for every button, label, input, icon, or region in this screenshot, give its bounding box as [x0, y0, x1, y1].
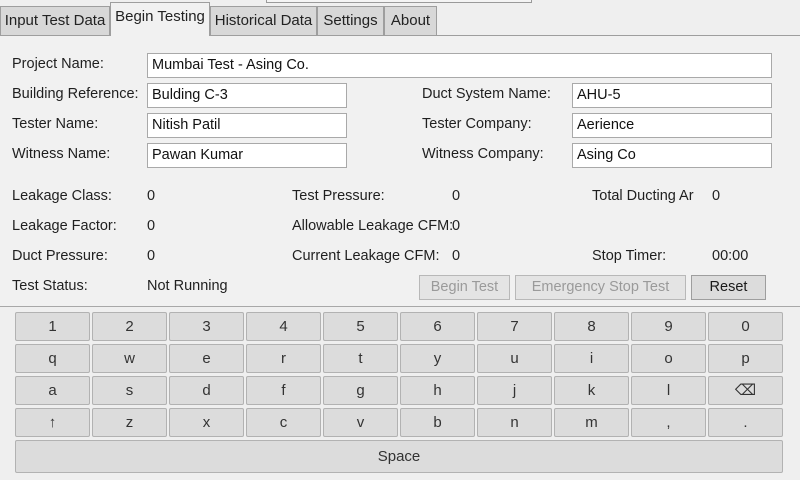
- on-screen-keyboard: 1 2 3 4 5 6 7 8 9 0 q w e r t y u i o p …: [0, 308, 800, 480]
- key-h[interactable]: h: [400, 376, 475, 405]
- key-9[interactable]: 9: [631, 312, 706, 341]
- leakage-factor-value: 0: [147, 218, 156, 234]
- key-x[interactable]: x: [169, 408, 244, 437]
- witness-company-field[interactable]: Asing Co: [572, 143, 772, 168]
- key-u[interactable]: u: [477, 344, 552, 373]
- key-e[interactable]: e: [169, 344, 244, 373]
- key-5[interactable]: 5: [323, 312, 398, 341]
- test-pressure-label: Test Pressure:: [292, 188, 385, 204]
- project-name-field[interactable]: Mumbai Test - Asing Co.: [147, 53, 772, 78]
- tester-name-label: Tester Name:: [12, 116, 99, 132]
- key-comma[interactable]: ,: [631, 408, 706, 437]
- total-ducting-area-value: 0: [712, 188, 721, 204]
- tab-about[interactable]: About: [384, 6, 437, 35]
- key-2[interactable]: 2: [92, 312, 167, 341]
- key-1[interactable]: 1: [15, 312, 90, 341]
- key-b[interactable]: b: [400, 408, 475, 437]
- key-m[interactable]: m: [554, 408, 629, 437]
- tab-settings[interactable]: Settings: [317, 6, 384, 35]
- tester-company-label: Tester Company:: [422, 116, 532, 132]
- current-leakage-label: Current Leakage CFM:: [292, 248, 440, 264]
- tester-name-field[interactable]: Nitish Patil: [147, 113, 347, 138]
- duct-pressure-value: 0: [147, 248, 156, 264]
- duct-pressure-label: Duct Pressure:: [12, 248, 108, 264]
- key-k[interactable]: k: [554, 376, 629, 405]
- key-s[interactable]: s: [92, 376, 167, 405]
- key-8[interactable]: 8: [554, 312, 629, 341]
- tester-company-field[interactable]: Aerience: [572, 113, 772, 138]
- key-3[interactable]: 3: [169, 312, 244, 341]
- key-n[interactable]: n: [477, 408, 552, 437]
- tab-begin-testing[interactable]: Begin Testing: [110, 2, 210, 36]
- key-6[interactable]: 6: [400, 312, 475, 341]
- witness-company-label: Witness Company:: [422, 146, 544, 162]
- key-v[interactable]: v: [323, 408, 398, 437]
- backspace-key-icon[interactable]: ⌫: [708, 376, 783, 405]
- key-l[interactable]: l: [631, 376, 706, 405]
- key-c[interactable]: c: [246, 408, 321, 437]
- key-7[interactable]: 7: [477, 312, 552, 341]
- key-r[interactable]: r: [246, 344, 321, 373]
- witness-name-label: Witness Name:: [12, 146, 111, 162]
- current-leakage-value: 0: [452, 248, 461, 264]
- duct-system-name-label: Duct System Name:: [422, 86, 551, 102]
- key-q[interactable]: q: [15, 344, 90, 373]
- test-status-value: Not Running: [147, 278, 228, 294]
- test-pressure-value: 0: [452, 188, 461, 204]
- leakage-class-value: 0: [147, 188, 156, 204]
- key-t[interactable]: t: [323, 344, 398, 373]
- building-reference-label: Building Reference:: [12, 86, 139, 102]
- key-i[interactable]: i: [554, 344, 629, 373]
- reset-button[interactable]: Reset: [691, 275, 766, 300]
- test-status-label: Test Status:: [12, 278, 88, 294]
- begin-test-button[interactable]: Begin Test: [419, 275, 510, 300]
- key-o[interactable]: o: [631, 344, 706, 373]
- witness-name-field[interactable]: Pawan Kumar: [147, 143, 347, 168]
- key-y[interactable]: y: [400, 344, 475, 373]
- leakage-class-label: Leakage Class:: [12, 188, 112, 204]
- key-a[interactable]: a: [15, 376, 90, 405]
- duct-system-name-field[interactable]: AHU-5: [572, 83, 772, 108]
- total-ducting-area-label: Total Ducting Are: [592, 188, 694, 204]
- key-4[interactable]: 4: [246, 312, 321, 341]
- window-frame-stub: [266, 0, 532, 3]
- key-w[interactable]: w: [92, 344, 167, 373]
- key-d[interactable]: d: [169, 376, 244, 405]
- project-name-label: Project Name:: [12, 56, 104, 72]
- stop-timer-label: Stop Timer:: [592, 248, 667, 264]
- key-f[interactable]: f: [246, 376, 321, 405]
- space-key[interactable]: Space: [15, 440, 783, 473]
- begin-testing-panel: Project Name: Mumbai Test - Asing Co. Bu…: [0, 36, 800, 307]
- tab-historical-data[interactable]: Historical Data: [210, 6, 317, 35]
- key-period[interactable]: .: [708, 408, 783, 437]
- emergency-stop-button[interactable]: Emergency Stop Test: [515, 275, 686, 300]
- tab-bar: Input Test Data Begin Testing Historical…: [0, 2, 800, 36]
- key-p[interactable]: p: [708, 344, 783, 373]
- key-j[interactable]: j: [477, 376, 552, 405]
- leakage-factor-label: Leakage Factor:: [12, 218, 117, 234]
- tab-input-test-data[interactable]: Input Test Data: [0, 6, 110, 35]
- shift-key-icon[interactable]: ↑: [15, 408, 90, 437]
- key-0[interactable]: 0: [708, 312, 783, 341]
- stop-timer-value: 00:00: [712, 248, 749, 264]
- allowable-leakage-value: 0: [452, 218, 461, 234]
- key-g[interactable]: g: [323, 376, 398, 405]
- key-z[interactable]: z: [92, 408, 167, 437]
- building-reference-field[interactable]: Bulding C-3: [147, 83, 347, 108]
- allowable-leakage-label: Allowable Leakage CFM:: [292, 218, 454, 234]
